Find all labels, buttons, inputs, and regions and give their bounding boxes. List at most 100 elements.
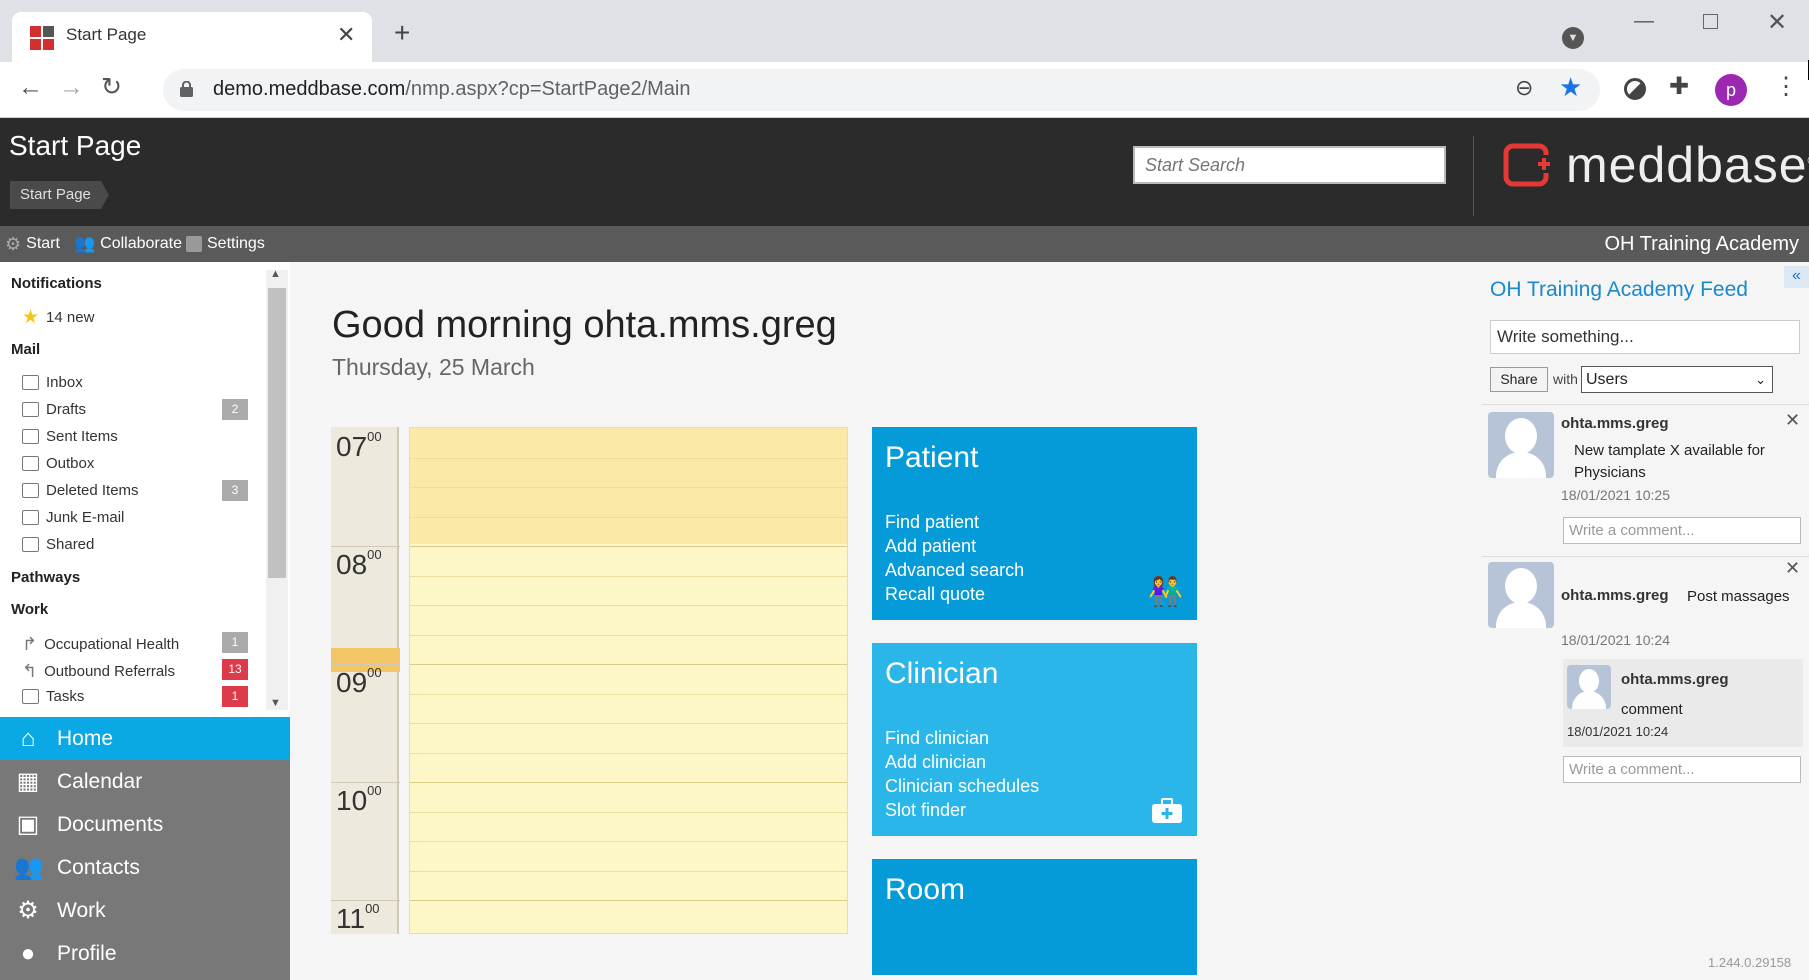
reply-author[interactable]: ohta.mms.greg [1621,671,1729,688]
extension-icon[interactable] [1624,78,1646,100]
bookmark-star-icon[interactable]: ★ [1559,72,1582,103]
sidebar-item-outbox[interactable]: Outbox [22,455,94,472]
avatar [1488,562,1554,628]
calendar-gridline [410,635,847,636]
recall-quote-link[interactable]: Recall quote [885,582,1024,606]
sidebar-item-tasks[interactable]: Tasks [22,688,84,705]
forward-icon[interactable]: → [59,75,84,100]
scroll-down-icon[interactable]: ▼ [270,697,281,709]
browser-tabstrip: Start Page ✕ + ▼ — ✕ [0,0,1809,62]
calendar-gridline [410,723,847,724]
new-tab-icon[interactable]: + [394,19,410,47]
calendar-gridline [410,458,847,459]
browser-tab[interactable]: Start Page ✕ [12,12,372,62]
url-path: /nmp.aspx?cp=StartPage2/Main [405,78,691,100]
nav-documents[interactable]: ▣ Documents [0,803,290,846]
clinician-tile-title: Clinician [885,657,999,690]
start-search-input[interactable] [1133,146,1446,184]
minimize-icon[interactable]: — [1634,10,1654,33]
work-heading: Work [11,601,49,618]
address-bar[interactable]: demo.meddbase.com/nmp.aspx?cp=StartPage2… [163,69,1600,111]
post-close-icon[interactable]: ✕ [1785,410,1800,431]
find-clinician-link[interactable]: Find clinician [885,726,1039,750]
notifications-new[interactable]: ★ 14 new [22,306,94,329]
nav-work[interactable]: ⚙ Work [0,889,290,932]
extensions-puzzle-icon[interactable]: ✚ [1669,72,1689,101]
chevron-down-icon: ⌄ [1755,372,1766,387]
reply-text: comment [1621,701,1683,718]
trash-icon [22,483,39,498]
clinician-tile[interactable]: Clinician Find clinician Add clinician C… [872,643,1197,836]
calendar-gridline [410,900,847,901]
calendar-gridline [410,487,847,488]
sidebar-item-label: Tasks [46,688,85,705]
post-author[interactable]: ohta.mms.greg [1561,587,1669,604]
post-close-icon[interactable]: ✕ [1785,558,1800,579]
maximize-icon[interactable] [1703,14,1718,29]
sidebar-item-deleted-items[interactable]: Deleted Items [22,482,139,499]
calendar-gridline [410,782,847,783]
profile-avatar[interactable]: p [1715,74,1747,106]
reload-icon[interactable]: ↻ [101,75,122,100]
sidebar-item-sent-items[interactable]: Sent Items [22,428,118,445]
topnav-settings[interactable]: Settings [186,226,265,262]
topnav-collaborate[interactable]: 👥 Collaborate [74,226,182,262]
hour-divider [331,782,400,783]
forward-arrow-icon: ↱ [22,634,38,654]
gear-icon: ⚙ [5,234,22,254]
tab-search-icon[interactable]: ▼ [1562,27,1584,49]
nav-home[interactable]: ⌂ Home [0,717,290,760]
nav-calendar[interactable]: ▦ Calendar [0,760,290,803]
post-author[interactable]: ohta.mms.greg [1561,415,1669,432]
clinician-schedules-link[interactable]: Clinician schedules [885,774,1039,798]
post-text: Post massages [1687,588,1790,605]
slot-finder-link[interactable]: Slot finder [885,798,1039,822]
back-icon[interactable]: ← [18,75,43,100]
patient-tile[interactable]: Patient Find patient Add patient Advance… [872,427,1197,620]
hour-divider [331,546,400,547]
add-patient-link[interactable]: Add patient [885,534,1024,558]
sidebar-scroll-thumb[interactable] [268,288,286,578]
tab-close-icon[interactable]: ✕ [337,22,355,48]
sidebar-item-drafts[interactable]: Drafts [22,401,86,418]
clinician-tile-links: Find clinician Add clinician Clinician s… [885,726,1039,822]
feed-post-input[interactable]: Write something... [1490,320,1800,354]
window-close-icon[interactable]: ✕ [1767,8,1787,37]
collapse-feed-icon[interactable]: « [1784,266,1809,288]
room-tile[interactable]: Room [872,859,1197,975]
add-clinician-link[interactable]: Add clinician [885,750,1039,774]
calendar-gridline [410,576,847,577]
comment-input[interactable]: Write a comment... [1563,517,1801,544]
nav-profile[interactable]: ● Profile [0,932,290,975]
comment-input[interactable]: Write a comment... [1563,756,1801,783]
sidebar-item-junk-email[interactable]: Junk E-mail [22,509,124,526]
reply-arrow-icon: ↰ [22,661,38,681]
nav-contacts[interactable]: 👥 Contacts [0,846,290,889]
share-audience-select[interactable]: Users ⌄ [1581,366,1773,393]
topnav-start[interactable]: ⚙ Start [5,226,60,262]
sidebar-item-occupational-health[interactable]: ↱ Occupational Health [22,634,179,655]
settings-doc-icon [186,236,202,252]
advanced-search-link[interactable]: Advanced search [885,558,1024,582]
people-icon: 👥 [74,234,96,253]
browser-menu-icon[interactable]: ⋮ [1774,72,1798,101]
tab-title: Start Page [66,25,147,44]
sidebar-item-inbox[interactable]: Inbox [22,374,83,391]
calendar-gridline [410,605,847,606]
sidebar-item-label: Outbound Referrals [44,663,175,680]
calendar-gridline [410,694,847,695]
sidebar-item-shared[interactable]: Shared [22,536,94,553]
bottom-nav: ⌂ Home ▦ Calendar ▣ Documents 👥 Contacts ⚙ Wo… [0,717,290,980]
zoom-icon[interactable]: ⊖ [1515,75,1533,101]
greeting: Good morning ohta.mms.greg [332,304,837,346]
find-patient-link[interactable]: Find patient [885,510,1024,534]
breadcrumb[interactable]: Start Page [10,181,109,209]
pathways-heading[interactable]: Pathways [11,569,80,586]
scroll-up-icon[interactable]: ▲ [270,268,281,280]
sidebar-item-outbound-referrals[interactable]: ↰ Outbound Referrals [22,661,175,682]
drafts-count-badge: 2 [222,399,248,420]
version-label: 1.244.0.29158 [1708,955,1792,970]
notifications-heading: Notifications [11,275,102,292]
share-button[interactable]: Share [1490,367,1548,392]
nav-home-label: Home [57,726,114,750]
